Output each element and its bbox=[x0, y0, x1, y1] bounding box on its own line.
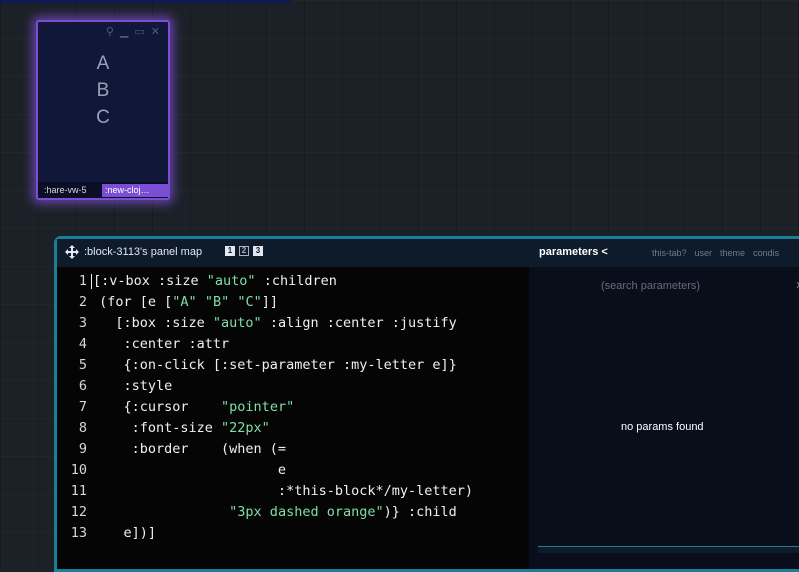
code-text[interactable]: e bbox=[91, 462, 286, 478]
line-number: 4 bbox=[57, 334, 87, 355]
code-text[interactable]: [:v-box :size "auto" :children bbox=[93, 273, 337, 289]
move-arrows-icon[interactable] bbox=[65, 245, 79, 259]
view-button-3[interactable]: 3 bbox=[253, 246, 263, 256]
letter-b[interactable]: B bbox=[38, 77, 168, 104]
tab-theme[interactable]: theme bbox=[720, 248, 745, 258]
footer-tab-new-clojure[interactable]: :new-cloj… bbox=[102, 184, 168, 197]
code-line: 3 [:box :size "auto" :align :center :jus… bbox=[57, 313, 457, 334]
line-number: 5 bbox=[57, 355, 87, 376]
text-cursor bbox=[91, 274, 92, 289]
letter-a[interactable]: A bbox=[38, 50, 168, 77]
code-line: 12 "3px dashed orange")} :child bbox=[57, 502, 457, 523]
tab-this-tab[interactable]: this-tab? bbox=[652, 248, 687, 258]
line-number: 10 bbox=[57, 460, 87, 481]
line-number: 8 bbox=[57, 418, 87, 439]
line-number: 13 bbox=[57, 523, 87, 544]
empty-params-message: no params found bbox=[621, 421, 704, 433]
code-text[interactable]: :font-size "22px" bbox=[91, 420, 270, 436]
code-text[interactable]: {:on-click [:set-parameter :my-letter e]… bbox=[91, 357, 457, 373]
code-line: 13 e])] bbox=[57, 523, 156, 544]
parameters-title[interactable]: parameters < bbox=[539, 246, 608, 258]
code-editor[interactable]: 1 [:v-box :size "auto" :children 2 (for [… bbox=[57, 267, 529, 569]
footer-tab-hare[interactable]: :hare-vw-5 bbox=[38, 185, 102, 195]
code-line: 6 :style bbox=[57, 376, 172, 397]
top-edge-strip bbox=[0, 0, 290, 3]
letter-list: A B C bbox=[38, 50, 168, 131]
parameter-tabs: this-tab? user theme condis bbox=[652, 248, 779, 258]
code-line: 4 :center :attr bbox=[57, 334, 229, 355]
view-button-2[interactable]: 2 bbox=[239, 246, 249, 256]
panel-map: :block-3113's panel map 1 2 3 parameters… bbox=[54, 236, 799, 572]
line-number: 6 bbox=[57, 376, 87, 397]
window-footer: :hare-vw-5 :new-cloj… bbox=[38, 182, 168, 198]
floating-block-window[interactable]: ⚲ ▁ ▭ ✕ A B C :hare-vw-5 :new-cloj… bbox=[36, 20, 170, 200]
minimize-icon[interactable]: ▁ bbox=[120, 26, 128, 38]
line-number: 12 bbox=[57, 502, 87, 523]
code-text[interactable]: :center :attr bbox=[91, 336, 229, 352]
tab-condis[interactable]: condis bbox=[753, 248, 779, 258]
line-number: 1 bbox=[57, 271, 87, 292]
code-text[interactable]: [:box :size "auto" :align :center :justi… bbox=[91, 315, 457, 331]
code-text[interactable]: :border (when (= bbox=[91, 441, 286, 457]
code-line: 10 e bbox=[57, 460, 286, 481]
line-number: 7 bbox=[57, 397, 87, 418]
parameter-search-input[interactable]: (search parameters) bbox=[601, 280, 700, 292]
pin-icon[interactable]: ⚲ bbox=[106, 26, 114, 38]
panel-title: :block-3113's panel map bbox=[84, 246, 202, 258]
letter-c[interactable]: C bbox=[38, 104, 168, 131]
code-text[interactable]: :style bbox=[91, 378, 172, 394]
line-number: 2 bbox=[57, 292, 87, 313]
code-line: 1 [:v-box :size "auto" :children bbox=[57, 271, 337, 292]
panel-header[interactable]: :block-3113's panel map 1 2 3 parameters… bbox=[57, 239, 799, 267]
code-line: 7 {:cursor "pointer" bbox=[57, 397, 294, 418]
tab-user[interactable]: user bbox=[695, 248, 713, 258]
line-number: 11 bbox=[57, 481, 87, 502]
code-line: 2 (for [e ["A" "B" "C"]] bbox=[57, 292, 278, 313]
restore-icon[interactable]: ▭ bbox=[134, 26, 144, 38]
code-line: 9 :border (when (= bbox=[57, 439, 286, 460]
parameters-pane: (search parameters) x no params found bbox=[529, 267, 799, 569]
line-number: 9 bbox=[57, 439, 87, 460]
view-button-1[interactable]: 1 bbox=[225, 246, 235, 256]
code-text[interactable]: e])] bbox=[91, 525, 156, 541]
code-line: 11 :*this-block*/my-letter) bbox=[57, 481, 473, 502]
code-line: 8 :font-size "22px" bbox=[57, 418, 270, 439]
line-number: 3 bbox=[57, 313, 87, 334]
view-toggle-group: 1 2 3 bbox=[225, 246, 263, 256]
code-text[interactable]: (for [e ["A" "B" "C"]] bbox=[91, 294, 278, 310]
code-line: 5 {:on-click [:set-parameter :my-letter … bbox=[57, 355, 457, 376]
window-controls: ⚲ ▁ ▭ ✕ bbox=[106, 26, 160, 38]
close-icon[interactable]: ✕ bbox=[151, 26, 160, 38]
code-text[interactable]: :*this-block*/my-letter) bbox=[91, 483, 473, 499]
code-text[interactable]: "3px dashed orange")} :child bbox=[91, 504, 457, 520]
code-text[interactable]: {:cursor "pointer" bbox=[91, 399, 294, 415]
